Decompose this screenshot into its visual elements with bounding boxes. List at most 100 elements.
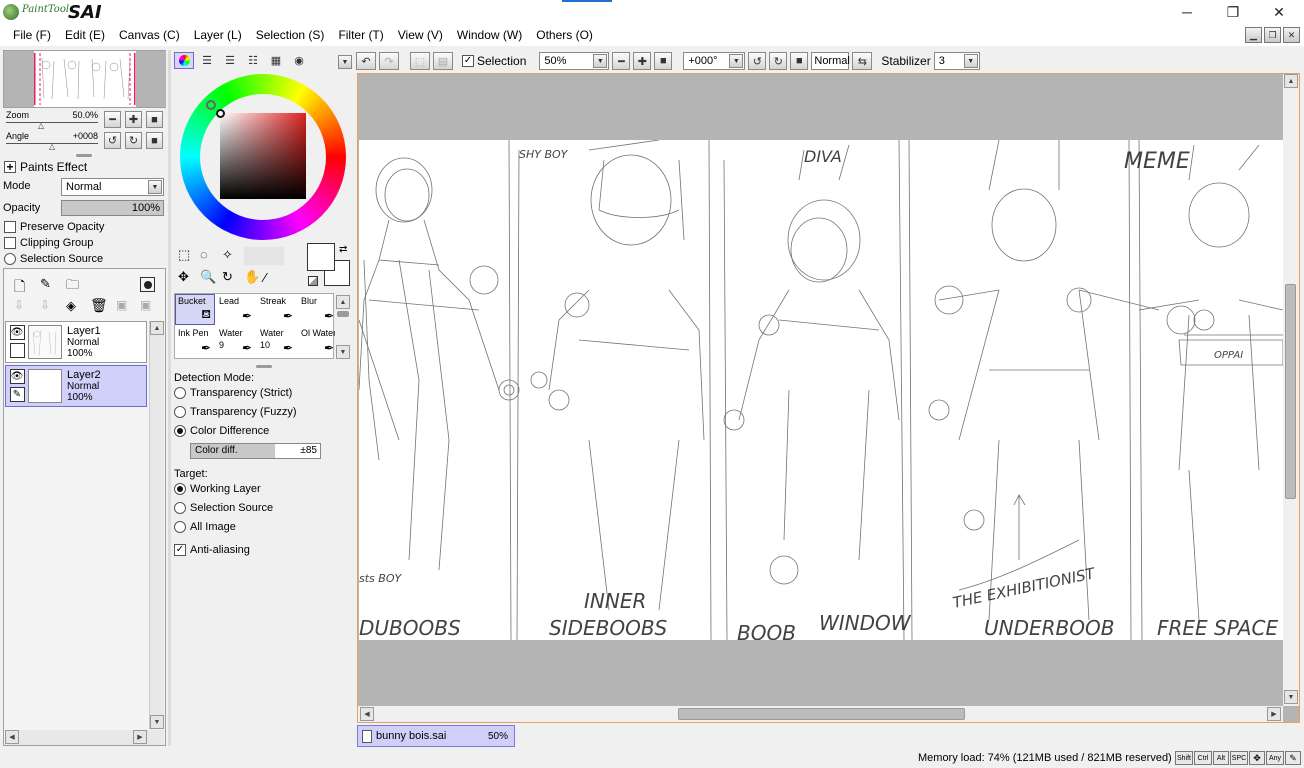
detection-fuzzy-row[interactable]: Transparency (Fuzzy) — [174, 406, 297, 418]
layer-item-1[interactable]: 👁 Layer1 Normal 100% — [5, 321, 147, 363]
scroll-right-icon[interactable]: ▶ — [133, 730, 147, 744]
swatches-tab-icon[interactable]: ☷ — [243, 52, 263, 69]
tool-water[interactable]: Water 10 ✒ — [257, 326, 297, 357]
clipping-group-row[interactable]: Clipping Group — [4, 237, 93, 249]
scroll-down-icon[interactable]: ▼ — [1284, 690, 1298, 704]
mdi-close-button[interactable]: ✕ — [1283, 27, 1300, 43]
zoom-icon[interactable]: 🔍 — [200, 269, 222, 285]
tool-streak[interactable]: Streak ✒ — [257, 294, 297, 325]
deselect-button[interactable]: ⬚ — [410, 52, 430, 70]
angle-slider-thumb[interactable]: △ — [49, 142, 55, 151]
new-linework-layer-icon[interactable]: ✎ — [40, 276, 51, 292]
rotate-reset-button[interactable]: ■ — [146, 132, 163, 149]
invert-select-button[interactable]: ▤ — [433, 52, 453, 70]
canvas-image[interactable]: SHY BOY DIVA MEME INNER SIDEBOOBS DUBOOB… — [359, 140, 1283, 640]
lock-toggle[interactable] — [9, 343, 25, 358]
close-button[interactable]: ✕ — [1256, 0, 1302, 24]
zoom-select[interactable]: 50% ▼ — [539, 52, 610, 70]
blend-mode-select[interactable]: Normal — [811, 52, 850, 70]
mode-select[interactable]: Normal ▼ — [61, 178, 164, 196]
color-sv-square[interactable] — [220, 113, 306, 199]
selection-source-row[interactable]: Selection Source — [4, 253, 103, 265]
flatten-icon[interactable]: ▣ — [140, 298, 151, 312]
zoom-in-button[interactable]: ✚ — [125, 111, 142, 128]
color-diff-slider[interactable]: Color diff. ±85 — [190, 443, 321, 459]
menu-selection[interactable]: Selection (S) — [249, 28, 332, 42]
foreground-color-swatch[interactable] — [307, 243, 335, 271]
canvas-vscrollbar[interactable]: ▲ ▼ — [1283, 74, 1299, 706]
antialiasing-row[interactable]: ✓ Anti-aliasing — [174, 544, 250, 556]
toolbar-rotate-right-button[interactable]: ↻ — [769, 52, 788, 70]
rotate-left-button[interactable]: ↺ — [104, 132, 121, 149]
detection-strict-row[interactable]: Transparency (Strict) — [174, 387, 292, 399]
navigator-preview[interactable] — [3, 50, 166, 108]
target-working-radio[interactable] — [174, 483, 186, 495]
brush-icon[interactable]: ✎ — [9, 387, 25, 402]
menu-filter[interactable]: Filter (T) — [331, 28, 390, 42]
scroll-thumb[interactable] — [678, 708, 965, 720]
maximize-button[interactable]: ❐ — [1210, 0, 1256, 24]
magic-wand-icon[interactable]: ✧ — [222, 247, 244, 265]
target-selection-radio[interactable] — [174, 502, 186, 514]
eye-icon[interactable]: 👁 — [9, 325, 25, 340]
toolbar-zoom-in-button[interactable]: ✚ — [633, 52, 652, 70]
panel-splitter[interactable] — [76, 154, 92, 157]
scroll-left-icon[interactable]: ◀ — [360, 707, 374, 721]
zoom-out-button[interactable]: ━ — [104, 111, 121, 128]
hue-picker[interactable] — [206, 100, 216, 110]
layer-scrollbar[interactable]: ▲ ▼ — [149, 321, 164, 729]
canvas-hscrollbar[interactable]: ◀ ▶ — [358, 706, 1283, 722]
tool-water[interactable]: Water 9 ✒ — [216, 326, 256, 357]
opacity-slider[interactable]: 100% — [61, 200, 164, 216]
scroll-up-icon[interactable]: ▲ — [336, 295, 350, 309]
merge-down-icon[interactable]: ⇩ — [40, 298, 50, 312]
angle-select[interactable]: +000° ▼ — [683, 52, 746, 70]
layer-hscrollbar[interactable]: ◀ ▶ — [5, 730, 164, 745]
flip-button[interactable]: ⇆ — [852, 52, 873, 70]
merge-icon[interactable]: ▣ — [116, 298, 127, 312]
rotate-icon[interactable]: ↻ — [222, 269, 244, 285]
layer-mask-icon[interactable] — [140, 277, 155, 292]
scroll-left-icon[interactable]: ◀ — [5, 730, 19, 744]
new-layer-icon[interactable]: 🗋 — [14, 276, 25, 300]
toolbar-rotate-reset-button[interactable]: ■ — [790, 52, 809, 70]
delete-layer-icon[interactable]: 🗑 — [90, 297, 108, 314]
stabilizer-select[interactable]: 3 ▼ — [933, 52, 980, 70]
menu-others[interactable]: Others (O) — [529, 28, 600, 42]
paints-effect-row[interactable]: + Paints Effect — [4, 160, 87, 174]
tool-bucket[interactable]: Bucket ⛾ — [175, 294, 215, 325]
detection-colordiff-radio[interactable] — [174, 425, 186, 437]
document-tab[interactable]: bunny bois.sai 50% — [357, 725, 515, 747]
menu-window[interactable]: Window (W) — [450, 28, 529, 42]
target-all-radio[interactable] — [174, 521, 186, 533]
scroll-thumb[interactable] — [337, 311, 349, 317]
expand-icon[interactable]: + — [4, 161, 16, 173]
clear-layer-icon[interactable]: ◈ — [66, 298, 76, 314]
hsv-slider-tab-icon[interactable]: ☰ — [220, 52, 240, 69]
scroll-right-icon[interactable]: ▶ — [1267, 707, 1281, 721]
detection-fuzzy-radio[interactable] — [174, 406, 186, 418]
target-all-row[interactable]: All Image — [174, 521, 236, 533]
canvas-viewport[interactable]: SHY BOY DIVA MEME INNER SIDEBOOBS DUBOOB… — [357, 73, 1300, 723]
rotate-right-button[interactable]: ↻ — [125, 132, 142, 149]
zoom-reset-button[interactable]: ■ — [146, 111, 163, 128]
target-selection-row[interactable]: Selection Source — [174, 502, 273, 514]
eyedropper-icon[interactable]: ⁄ — [264, 270, 266, 285]
scroll-up-icon[interactable]: ▲ — [150, 321, 164, 335]
selection-source-radio[interactable] — [4, 253, 16, 265]
swap-colors-icon[interactable]: ⇄ — [339, 244, 347, 255]
zoom-slider-thumb[interactable]: △ — [38, 121, 44, 130]
user-swatches-tab-icon[interactable]: ▦ — [266, 52, 286, 69]
selection-checkbox[interactable]: ✓ — [462, 55, 474, 67]
tool-ink-pen[interactable]: Ink Pen ✒ — [175, 326, 215, 357]
scroll-up-icon[interactable]: ▲ — [1284, 74, 1298, 88]
scroll-down-icon[interactable]: ▼ — [336, 345, 350, 359]
hand-icon[interactable]: ✋ — [244, 269, 266, 285]
redo-button[interactable]: ↷ — [379, 52, 399, 70]
menu-edit[interactable]: Edit (E) — [58, 28, 112, 42]
detection-colordiff-row[interactable]: Color Difference — [174, 425, 269, 437]
tool-lead[interactable]: Lead ✒ — [216, 294, 256, 325]
menu-view[interactable]: View (V) — [391, 28, 450, 42]
lasso-icon[interactable]: ◌ — [200, 247, 222, 265]
toolbar-zoom-reset-button[interactable]: ■ — [654, 52, 673, 70]
